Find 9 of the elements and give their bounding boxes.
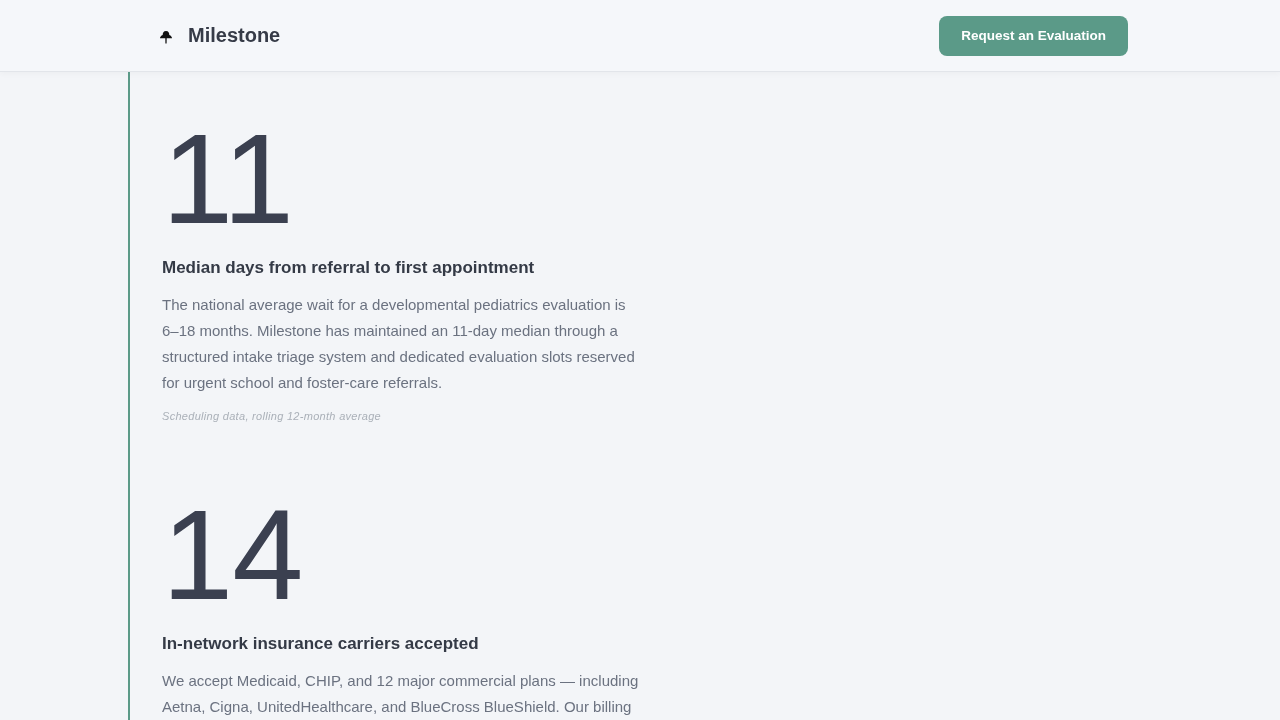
stat-description: The national average wait for a developmental pediatrics evaluation is 6–18 months. Milestone has maintained an 11-day median through a structured intake triage system and dedicated evaluation slots reserved for urgent school and foster-care referrals. bbox=[162, 295, 636, 393]
stat-description: We accept Medicaid, CHIP, and 12 major commercial plans — including Aetna, Cigna, UnitedHealthcare, and BlueCross BlueShield. Our billing bbox=[162, 671, 640, 717]
stat-number: 14 bbox=[162, 488, 303, 619]
brand-name[interactable]: Milestone bbox=[188, 24, 281, 47]
stat-source: Scheduling data, rolling 12-month average bbox=[162, 409, 382, 424]
stat-title: In-network insurance carriers accepted bbox=[162, 633, 480, 655]
stat-number: 11 bbox=[162, 112, 293, 243]
stat-title: Median days from referral to first appointment bbox=[162, 257, 536, 279]
mushroom-icon bbox=[159, 30, 173, 44]
